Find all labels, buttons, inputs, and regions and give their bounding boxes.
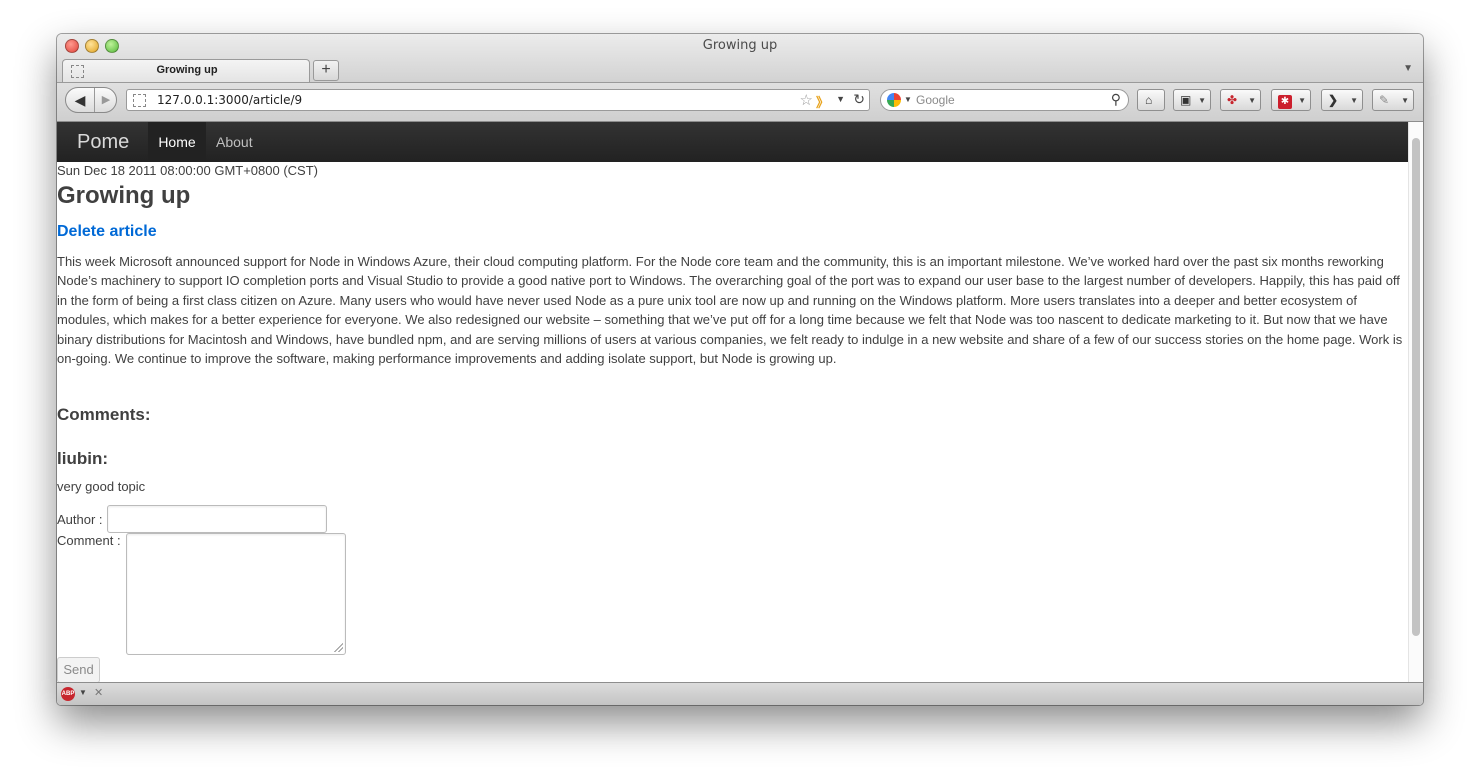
home-icon: ⌂: [1145, 93, 1153, 107]
resize-grip-icon[interactable]: [333, 642, 343, 652]
bookmarks-icon: ▣: [1180, 93, 1192, 107]
rss-feed-icon[interactable]: 》: [816, 92, 829, 111]
addon-button[interactable]: ✱ ▼: [1271, 89, 1311, 111]
bookmarks-button[interactable]: ▣ ▼: [1173, 89, 1211, 111]
author-label: Author :: [57, 512, 103, 527]
bookmark-star-icon[interactable]: ☆: [800, 91, 813, 109]
adblock-dropdown-icon[interactable]: ▼: [79, 688, 87, 697]
comment-label: Comment :: [57, 533, 121, 548]
new-tab-button[interactable]: +: [313, 60, 339, 81]
reload-icon[interactable]: ↻: [853, 91, 865, 108]
site-navbar: Pome Home About: [57, 122, 1408, 162]
comments-heading: Comments:: [57, 405, 151, 424]
site-identity-icon[interactable]: [133, 94, 146, 107]
comment-field[interactable]: [126, 533, 346, 655]
nav-item-about[interactable]: About: [216, 122, 253, 162]
status-bar: ABP ▼ ✕: [57, 682, 1423, 705]
article-body: This week Microsoft announced support fo…: [57, 254, 1403, 367]
article-date: Sun Dec 18 2011 08:00:00 GMT+0800 (CST): [57, 163, 318, 178]
page-scrollbar[interactable]: [1408, 122, 1423, 682]
address-bar[interactable]: 127.0.0.1:3000/article/9 ☆ 》 ▼ ↻: [126, 89, 870, 111]
addon-icon: ✱: [1278, 90, 1292, 110]
search-icon[interactable]: ⚲: [1111, 91, 1121, 108]
addon-dropdown-icon: ▼: [1298, 96, 1306, 105]
comment-text: very good topic: [57, 479, 146, 494]
comment-author: liubin:: [57, 449, 108, 468]
window-title: Growing up: [702, 38, 778, 53]
browser-toolbar: ◀ ▶ 127.0.0.1:3000/article/9 ☆ 》 ▼ ↻ ▼ G…: [57, 83, 1423, 122]
close-addon-bar-icon[interactable]: ✕: [94, 686, 103, 699]
chevron-right-icon: ❯: [1328, 93, 1339, 107]
bookmarks-dropdown-icon: ▼: [1198, 96, 1206, 105]
tab-list-icon[interactable]: ▼: [1403, 63, 1413, 74]
send-button[interactable]: Send: [57, 657, 100, 682]
home-button[interactable]: ⌂: [1137, 89, 1165, 111]
adblock-icon[interactable]: ABP: [61, 687, 75, 701]
tab-label: Growing up: [156, 64, 218, 76]
page-content: Pome Home About Sun Dec 18 2011 08:00:00…: [57, 122, 1408, 682]
delete-article-link[interactable]: Delete article: [57, 223, 157, 241]
title-bar: Growing up Growing up + ▼: [57, 34, 1423, 83]
extension-icon: ✤: [1227, 93, 1238, 107]
search-placeholder[interactable]: Google: [916, 93, 955, 107]
browser-window: Growing up Growing up + ▼ ◀ ▶ 127.0.0.1:…: [57, 34, 1423, 705]
back-forward-group: ◀ ▶: [65, 87, 117, 113]
nav-item-home[interactable]: Home: [148, 122, 206, 162]
extension-dropdown-icon: ▼: [1248, 96, 1256, 105]
tab-growing-up[interactable]: Growing up: [62, 59, 310, 82]
url-text[interactable]: 127.0.0.1:3000/article/9: [157, 93, 302, 107]
overflow-button[interactable]: ❯ ▼: [1321, 89, 1363, 111]
tools-dropdown-icon: ▼: [1401, 96, 1409, 105]
puzzle-icon: ✎: [1379, 93, 1390, 107]
author-field[interactable]: [107, 505, 327, 533]
search-bar[interactable]: ▼ Google ⚲: [880, 89, 1129, 111]
back-button[interactable]: ◀: [66, 88, 95, 112]
history-dropdown-icon[interactable]: ▼: [836, 94, 845, 104]
google-engine-icon[interactable]: [887, 93, 901, 107]
overflow-dropdown-icon: ▼: [1350, 96, 1358, 105]
scrollbar-thumb[interactable]: [1412, 138, 1420, 636]
extension-button[interactable]: ✤ ▼: [1220, 89, 1261, 111]
tools-button[interactable]: ✎ ▼: [1372, 89, 1414, 111]
engine-dropdown-icon[interactable]: ▼: [904, 95, 912, 104]
article-title: Growing up: [57, 182, 191, 209]
site-brand[interactable]: Pome: [77, 131, 129, 154]
forward-button[interactable]: ▶: [95, 88, 117, 112]
